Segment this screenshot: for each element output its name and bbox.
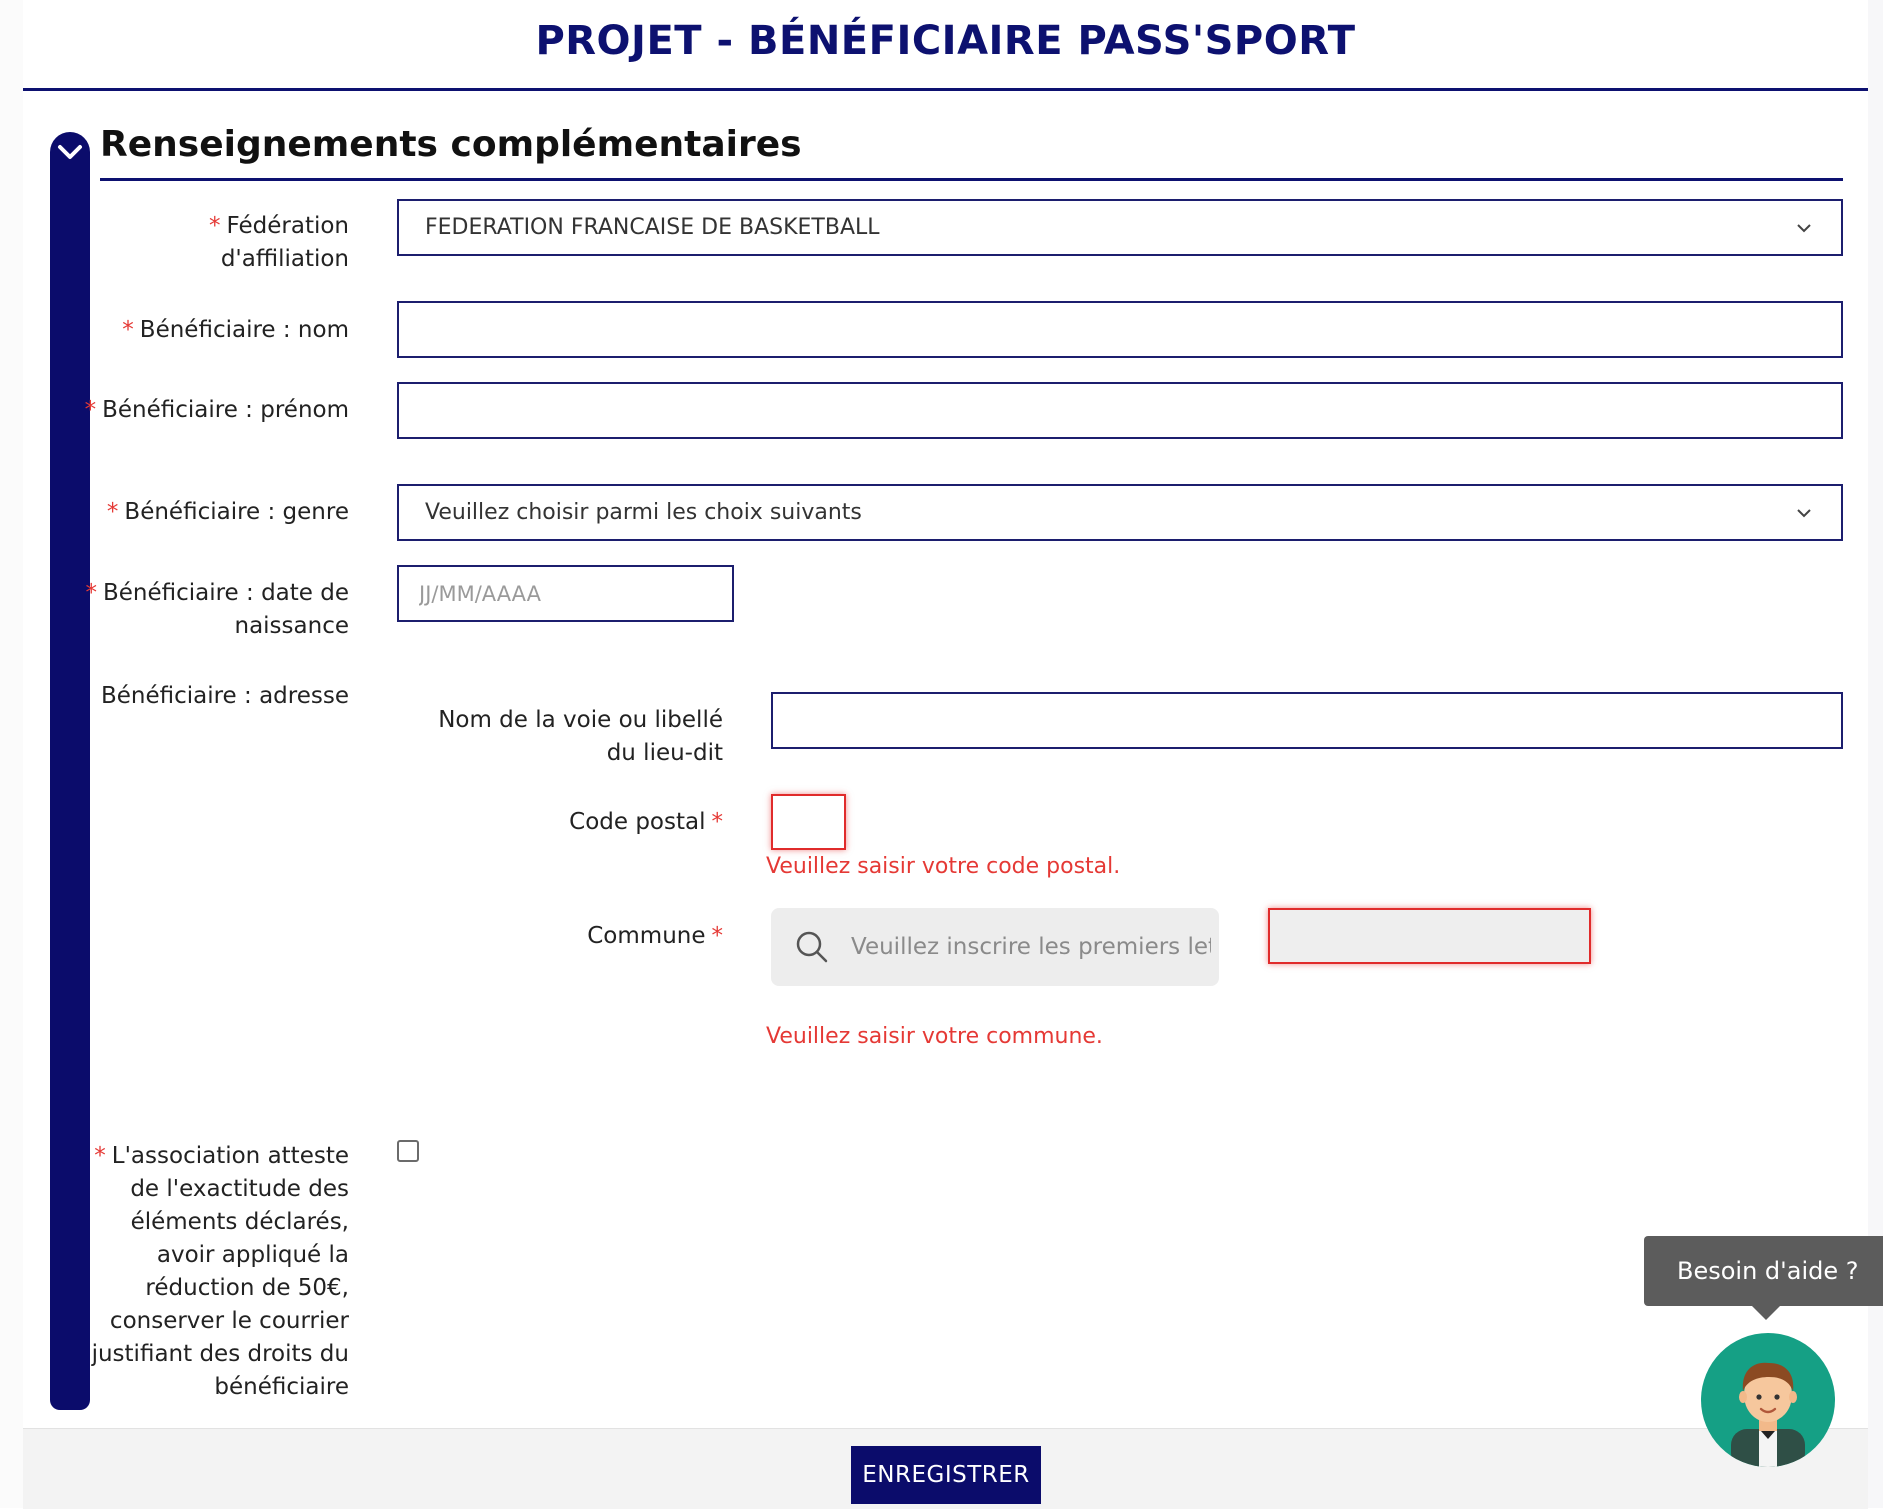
naissance-label-text: Bénéficiaire : date de naissance [102, 580, 349, 639]
help-assistant-avatar[interactable] [1701, 1333, 1835, 1467]
voie-label: Nom de la voie ou libellé du lieu-dit [438, 707, 723, 766]
section-title: Renseignements complémentaires [100, 124, 802, 165]
code-postal-input[interactable] [771, 794, 846, 850]
prenom-input[interactable] [397, 382, 1843, 439]
commune-search[interactable] [771, 908, 1219, 986]
help-tooltip-arrow [1752, 1306, 1780, 1320]
genre-label: * Bénéficiaire : genre [83, 496, 349, 529]
chevron-down-icon [58, 145, 82, 159]
page-margin-left [0, 0, 23, 1508]
commune-label-text: Commune [587, 923, 706, 949]
code-postal-label-text: Code postal [569, 809, 706, 835]
help-tooltip[interactable]: Besoin d'aide ? [1644, 1236, 1883, 1306]
federation-label: * Fédération d'affiliation [83, 210, 349, 276]
nom-label: * Bénéficiaire : nom [83, 314, 349, 347]
page-title: PROJET - BÉNÉFICIAIRE PASS'SPORT [535, 18, 1356, 64]
nom-label-text: Bénéficiaire : nom [139, 317, 349, 343]
section-collapse-toggle[interactable] [50, 132, 90, 172]
required-marker: * [85, 580, 97, 606]
genre-label-text: Bénéficiaire : genre [124, 499, 349, 525]
save-button[interactable]: ENREGISTRER [851, 1446, 1041, 1504]
section-divider [100, 178, 1843, 181]
commune-label: Commune * [413, 920, 723, 953]
required-marker: * [122, 317, 134, 343]
chevron-down-icon [1797, 508, 1811, 517]
attestation-label-text: L'association atteste de l'exactitude de… [91, 1143, 349, 1400]
prenom-label: * Bénéficiaire : prénom [83, 394, 349, 427]
code-postal-label: Code postal * [413, 806, 723, 839]
required-marker: * [94, 1143, 106, 1169]
required-marker: * [711, 923, 724, 949]
federation-select[interactable]: FEDERATION FRANCAISE DE BASKETBALL [397, 199, 1843, 256]
required-marker: * [84, 397, 97, 423]
prenom-label-text: Bénéficiaire : prénom [102, 397, 349, 423]
attestation-checkbox[interactable] [397, 1140, 419, 1162]
required-marker: * [106, 499, 119, 525]
genre-selected-value: Veuillez choisir parmi les choix suivant… [425, 500, 862, 525]
code-postal-error: Veuillez saisir votre code postal. [766, 854, 1121, 879]
nom-input[interactable] [397, 301, 1843, 358]
required-marker: * [711, 809, 724, 835]
required-marker: * [209, 213, 221, 239]
chevron-down-icon [1797, 223, 1811, 232]
form-page: PROJET - BÉNÉFICIAIRE PASS'SPORT Renseig… [23, 0, 1868, 1509]
voie-input[interactable] [771, 692, 1843, 749]
attestation-label: * L'association atteste de l'exactitude d… [83, 1140, 349, 1404]
federation-label-text: Fédération d'affiliation [220, 213, 349, 272]
adresse-label: Bénéficiaire : adresse [100, 683, 349, 709]
title-divider [23, 88, 1868, 91]
search-icon [796, 931, 828, 963]
commune-select[interactable] [1268, 908, 1591, 964]
genre-select[interactable]: Veuillez choisir parmi les choix suivant… [397, 484, 1843, 541]
naissance-label: * Bénéficiaire : date de naissance [83, 577, 349, 643]
naissance-date-input[interactable] [397, 565, 734, 622]
commune-error: Veuillez saisir votre commune. [766, 1024, 1103, 1049]
federation-selected-value: FEDERATION FRANCAISE DE BASKETBALL [425, 215, 880, 240]
commune-search-input[interactable] [849, 933, 1213, 961]
assistant-avatar-icon [1731, 1362, 1805, 1467]
